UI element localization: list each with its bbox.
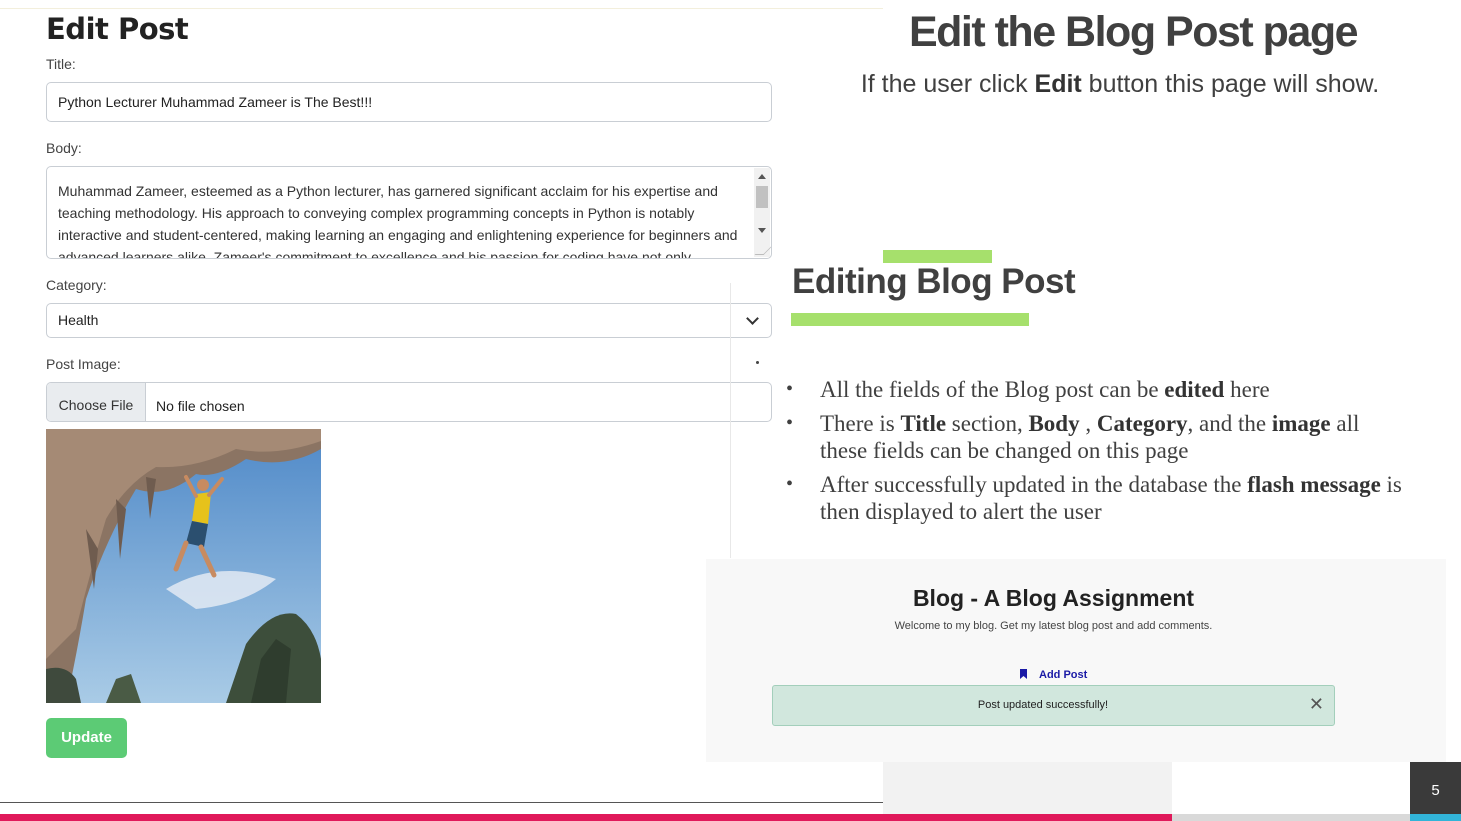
slide-title: Edit the Blog Post page	[908, 8, 1359, 56]
footer-pink-bar	[0, 814, 1172, 821]
footer-cyan-bar	[1410, 814, 1461, 821]
scroll-down-icon[interactable]	[758, 228, 766, 233]
category-value: Health	[58, 312, 99, 328]
accent-bar-bottom	[791, 313, 1029, 326]
body-textarea[interactable]: Muhammad Zameer, esteemed as a Python le…	[46, 166, 772, 259]
footer-grey-bar	[1172, 814, 1410, 821]
body-label: Body:	[46, 140, 82, 156]
scroll-up-icon[interactable]	[758, 174, 766, 179]
post-image-input[interactable]: Choose File No file chosen	[46, 382, 772, 422]
subtitle-bold: Edit	[1034, 70, 1082, 98]
stray-dot	[756, 361, 759, 364]
add-post-link[interactable]: Add Post	[1020, 669, 1087, 681]
flash-message-screenshot: Blog - A Blog Assignment Welcome to my b…	[706, 559, 1446, 762]
update-button[interactable]: Update	[46, 718, 127, 758]
title-input[interactable]: Python Lecturer Muhammad Zameer is The B…	[46, 82, 772, 122]
post-image-preview	[46, 429, 321, 703]
scroll-thumb[interactable]	[756, 186, 768, 208]
blog-welcome: Welcome to my blog. Get my latest blog p…	[894, 620, 1213, 632]
bullet-item: There is Title section, Body , Category,…	[786, 410, 1406, 464]
title-label: Title:	[46, 56, 76, 72]
body-scrollbar[interactable]	[754, 168, 770, 257]
body-text: Muhammad Zameer, esteemed as a Python le…	[58, 183, 738, 259]
slide-subtitle: If the user click Edit button this page …	[830, 70, 1410, 99]
bullet-list: All the fields of the Blog post can be e…	[786, 376, 1406, 532]
close-icon[interactable]: ✕	[1309, 694, 1324, 714]
form-heading: Edit Post	[46, 12, 189, 46]
file-status: No file chosen	[156, 398, 245, 414]
add-post-label: Add Post	[1039, 669, 1088, 681]
flash-alert: Post updated successfully! ✕	[772, 685, 1335, 726]
chevron-down-icon	[746, 312, 759, 325]
choose-file-button[interactable]: Choose File	[47, 383, 146, 421]
section-heading: Editing Blog Post	[792, 262, 1076, 301]
category-label: Category:	[46, 277, 107, 293]
blog-title: Blog - A Blog Assignment	[912, 585, 1195, 611]
subtitle-text: If the user click	[860, 70, 1035, 98]
image-label: Post Image:	[46, 356, 121, 372]
footer-grey-box	[883, 762, 1172, 814]
bullet-item: After successfully updated in the databa…	[786, 471, 1406, 525]
page-number: 5	[1410, 762, 1461, 814]
category-select[interactable]: Health	[46, 303, 772, 338]
top-divider	[0, 8, 883, 9]
divider-line	[730, 283, 731, 558]
flash-message: Post updated successfully!	[977, 699, 1109, 711]
footer-line	[0, 802, 883, 803]
bullet-item: All the fields of the Blog post can be e…	[786, 376, 1406, 403]
subtitle-text-end: button this page will show.	[1081, 70, 1380, 98]
bookmark-icon	[1020, 669, 1027, 679]
